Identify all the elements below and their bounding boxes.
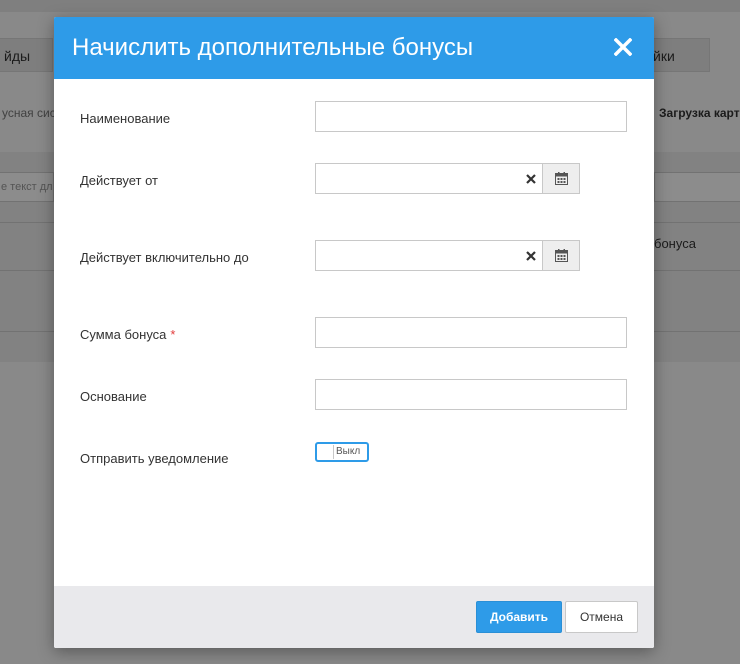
valid-from-input[interactable] (315, 163, 543, 194)
bonus-dialog: Начислить дополнительные бонусы Наименов… (54, 17, 654, 648)
reason-label: Основание (80, 389, 147, 404)
toggle-state-label: Выкл (336, 446, 361, 457)
dialog-footer: Добавить Отмена (54, 586, 654, 648)
valid-to-input[interactable] (315, 240, 543, 271)
calendar-icon (554, 249, 568, 262)
add-button[interactable]: Добавить (476, 601, 562, 633)
name-input[interactable] (315, 101, 627, 132)
calendar-button[interactable] (542, 163, 580, 194)
name-label: Наименование (80, 111, 171, 126)
valid-to-label: Действует включительно до (80, 250, 249, 265)
dialog-title: Начислить дополнительные бонусы (72, 34, 474, 61)
calendar-icon (554, 172, 568, 185)
toggle-knob (318, 445, 334, 459)
bonus-amount-label: Сумма бонуса * (80, 327, 175, 342)
reason-input[interactable] (315, 379, 627, 410)
clear-date-icon[interactable] (524, 172, 538, 186)
clear-date-icon[interactable] (524, 249, 538, 263)
dialog-header: Начислить дополнительные бонусы (54, 17, 654, 79)
bonus-amount-input[interactable] (315, 317, 627, 348)
bonus-amount-label-text: Сумма бонуса (80, 327, 167, 342)
valid-from-label: Действует от (80, 173, 158, 188)
required-mark: * (170, 327, 176, 342)
close-button[interactable] (612, 36, 634, 58)
notify-toggle[interactable]: Выкл (315, 442, 369, 462)
notify-label: Отправить уведомление (80, 451, 229, 466)
calendar-button[interactable] (542, 240, 580, 271)
close-icon (614, 38, 632, 56)
cancel-button[interactable]: Отмена (565, 601, 638, 633)
